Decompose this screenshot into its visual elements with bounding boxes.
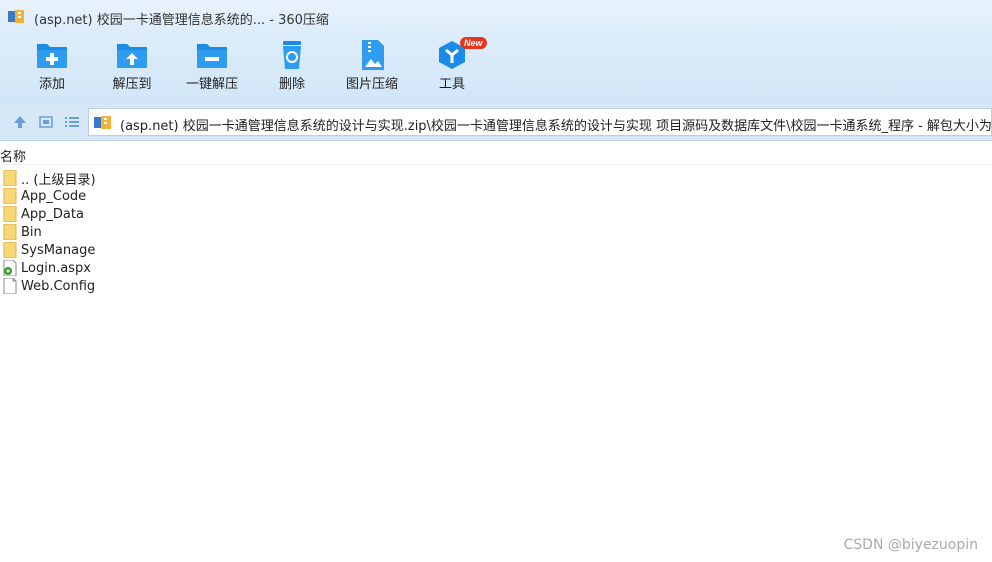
list-item-bin[interactable]: Bin xyxy=(3,223,96,241)
image-compress-button[interactable]: 图片压缩 xyxy=(332,40,412,92)
file-name: .. (上级目录) xyxy=(21,172,96,188)
one-click-extract-label: 一键解压 xyxy=(185,77,238,92)
watermark: CSDN @biyezuopin xyxy=(843,537,978,553)
folder-icon xyxy=(3,224,17,240)
new-badge: New xyxy=(460,37,487,49)
thumbnail-view-icon[interactable] xyxy=(38,114,54,130)
aspx-file-icon xyxy=(3,260,17,276)
file-name: Web.Config xyxy=(21,278,96,294)
file-list: .. (上级目录) App_Code App_Data Bin SysManag… xyxy=(3,169,96,295)
extract-to-button[interactable]: 解压到 xyxy=(92,40,172,92)
list-item-app-code[interactable]: App_Code xyxy=(3,187,96,205)
extract-to-label: 解压到 xyxy=(112,77,152,92)
address-bar: (asp.net) 校园一卡通管理信息系统的设计与实现.zip\校园一卡通管理信… xyxy=(0,104,992,141)
list-item-web-config[interactable]: Web.Config xyxy=(3,277,96,295)
address-field[interactable]: (asp.net) 校园一卡通管理信息系统的设计与实现.zip\校园一卡通管理信… xyxy=(88,108,992,136)
tools-button[interactable]: New 工具 xyxy=(412,37,492,92)
add-button[interactable]: 添加 xyxy=(12,40,92,92)
list-item-login-aspx[interactable]: Login.aspx xyxy=(3,259,96,277)
image-compress-icon xyxy=(362,40,384,70)
window-title: (asp.net) 校园一卡通管理信息系统的... - 360压缩 xyxy=(34,13,329,28)
file-name: App_Code xyxy=(21,188,87,204)
folder-icon xyxy=(3,242,17,258)
delete-button[interactable]: 删除 xyxy=(252,40,332,92)
add-label: 添加 xyxy=(38,77,65,92)
file-name: Login.aspx xyxy=(21,260,91,276)
file-icon xyxy=(3,278,17,294)
up-arrow-icon[interactable] xyxy=(12,114,28,130)
folder-icon xyxy=(3,188,17,204)
file-name: Bin xyxy=(21,224,42,240)
folder-icon xyxy=(3,170,17,186)
list-item-app-data[interactable]: App_Data xyxy=(3,205,96,223)
title-bar: (asp.net) 校园一卡通管理信息系统的... - 360压缩 xyxy=(0,0,992,34)
folder-icon xyxy=(3,206,17,222)
toolbar: 添加 解压到 一键解压 删除 图片压缩 New 工具 xyxy=(0,34,992,104)
one-click-extract-button[interactable]: 一键解压 xyxy=(172,40,252,92)
address-path: (asp.net) 校园一卡通管理信息系统的设计与实现.zip\校园一卡通管理信… xyxy=(120,119,992,134)
file-name: SysManage xyxy=(21,242,96,258)
delete-label: 删除 xyxy=(278,77,305,92)
one-click-extract-icon xyxy=(197,44,227,68)
list-item-sysmanage[interactable]: SysManage xyxy=(3,241,96,259)
archive-icon xyxy=(94,116,111,129)
header-divider xyxy=(0,164,992,165)
recycle-bin-icon xyxy=(283,41,301,69)
file-name: App_Data xyxy=(21,206,84,222)
extract-to-icon xyxy=(117,44,147,68)
add-folder-icon xyxy=(37,44,67,68)
list-item-parent-folder[interactable]: .. (上级目录) xyxy=(3,169,96,188)
tools-label: 工具 xyxy=(438,77,465,92)
archive-app-icon xyxy=(8,10,24,23)
column-header-name[interactable]: 名称 xyxy=(0,146,26,165)
image-compress-label: 图片压缩 xyxy=(345,77,398,92)
list-view-icon[interactable] xyxy=(64,114,80,130)
